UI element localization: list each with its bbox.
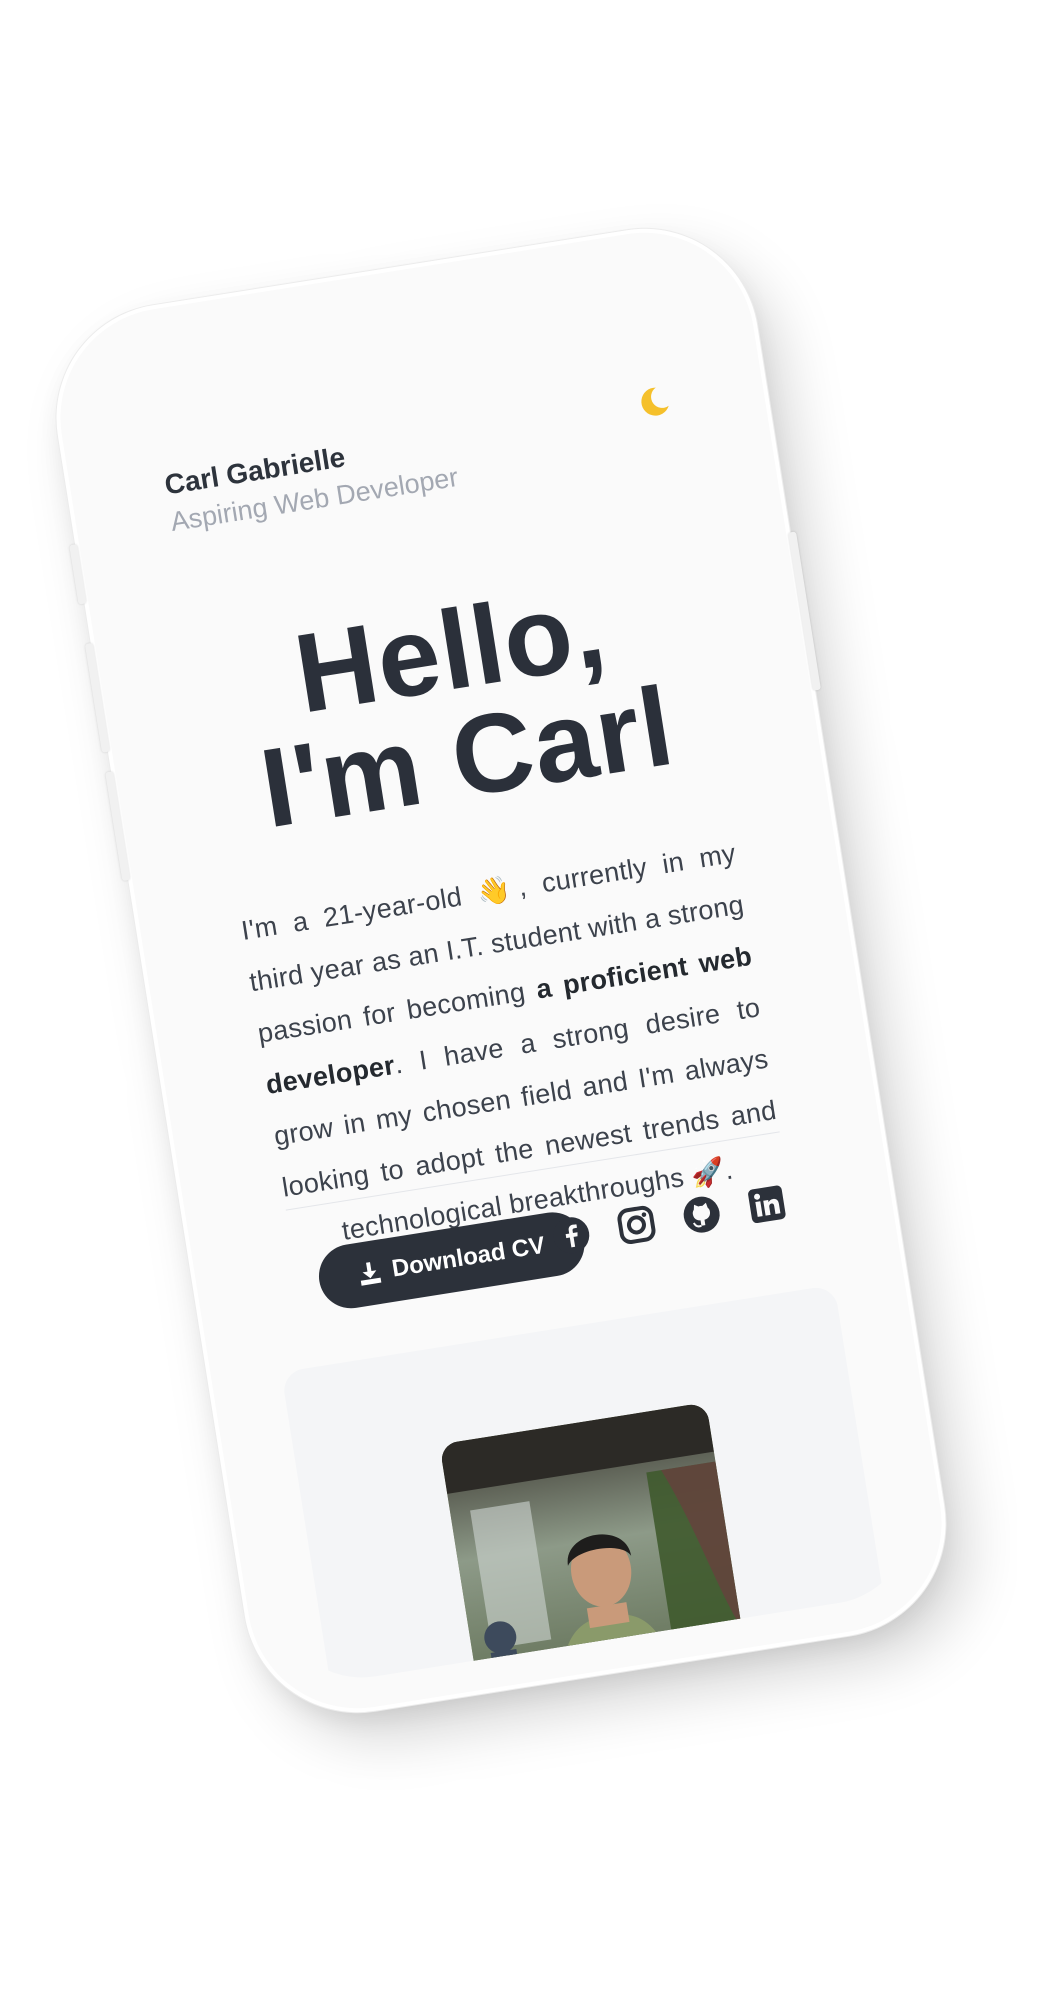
mockup-stage: Carl Gabrielle Aspiring Web Developer He… xyxy=(0,0,1038,2000)
facebook-icon[interactable] xyxy=(548,1212,594,1258)
waving-hand-emoji: 👋 xyxy=(474,872,521,909)
hero-title: Hello, I'm Carl xyxy=(126,548,792,861)
instagram-icon[interactable] xyxy=(614,1202,660,1248)
about-photo-section xyxy=(281,1284,897,1690)
download-cv-label: Download CV xyxy=(389,1231,547,1283)
profile-photo xyxy=(439,1402,760,1690)
linkedin-icon[interactable] xyxy=(744,1181,790,1227)
phone-screen: Carl Gabrielle Aspiring Web Developer He… xyxy=(78,251,924,1690)
phone-power-button xyxy=(788,531,821,691)
download-icon xyxy=(357,1260,382,1287)
phone-volume-up xyxy=(84,642,110,753)
phone-mockup: Carl Gabrielle Aspiring Web Developer He… xyxy=(44,216,958,1725)
site-header: Carl Gabrielle Aspiring Web Developer xyxy=(163,387,691,588)
phone-volume-down xyxy=(105,771,131,882)
rocket-emoji: 🚀 xyxy=(689,1155,728,1191)
github-icon[interactable] xyxy=(679,1192,725,1238)
phone-silent-switch xyxy=(69,544,87,605)
moon-icon[interactable] xyxy=(631,379,677,425)
